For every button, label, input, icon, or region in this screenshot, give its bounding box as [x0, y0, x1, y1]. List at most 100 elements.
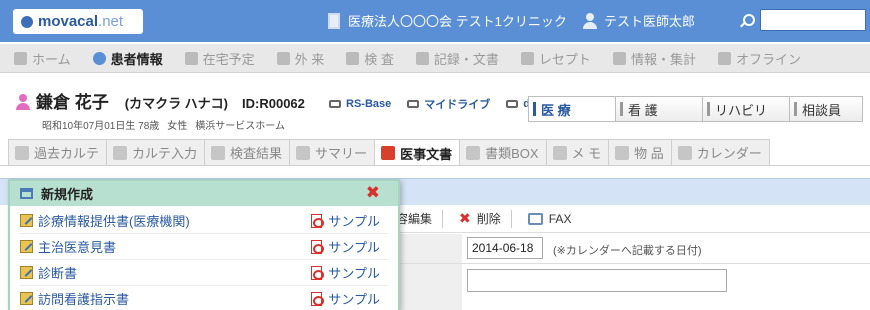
drive-icon — [329, 100, 341, 108]
tab-chart-input[interactable]: カルテ入力 — [106, 139, 206, 165]
patients-icon — [92, 51, 106, 65]
pdf-icon — [311, 291, 325, 306]
calendar-icon — [677, 145, 692, 160]
template-link-diagnosis[interactable]: 診断書 — [38, 263, 311, 282]
outpatient-icon — [276, 51, 290, 65]
title-field[interactable] — [467, 269, 727, 292]
doc-toolbar: 容編集 ✖ 削除 FAX — [380, 205, 870, 233]
logo[interactable]: movacal.net — [13, 9, 143, 34]
user-menu[interactable]: テスト医師太郎 — [582, 11, 695, 30]
drive-links: RS-Base マイドライブ d — [329, 96, 546, 112]
panel-header: 新規作成 ✖ — [10, 181, 398, 206]
delete-icon: ✖ — [459, 210, 471, 226]
document-template-list: 診療情報提供書(医療機関) サンプル 主治医意見書 サンプル 診断書 サンプル … — [10, 206, 398, 310]
drive-rs-base[interactable]: RS-Base — [329, 96, 391, 112]
sample-link[interactable]: サンプル — [328, 211, 380, 230]
building-icon — [328, 12, 340, 29]
dept-nursing[interactable]: 看 護 — [615, 96, 703, 122]
dept-rehab[interactable]: リハビリ — [702, 96, 790, 122]
inspection-icon — [346, 51, 360, 65]
dept-counselor[interactable]: 相談員 — [789, 96, 863, 122]
drive-my-drive[interactable]: マイドライブ — [407, 96, 490, 112]
edit-document-icon — [20, 266, 33, 279]
edit-content-button[interactable]: 容編集 — [396, 209, 444, 228]
sample-link[interactable]: サンプル — [328, 237, 380, 256]
list-item: 診療情報提供書(医療機関) サンプル — [20, 208, 388, 234]
search-icon[interactable] — [740, 14, 755, 28]
offline-icon — [717, 51, 731, 65]
list-item: 主治医意見書 サンプル — [20, 234, 388, 260]
tab-divider — [0, 165, 870, 166]
summary-icon — [296, 145, 311, 160]
edit-document-icon — [20, 292, 33, 305]
new-document-panel: 新規作成 ✖ 診療情報提供書(医療機関) サンプル 主治医意見書 サンプル 診断… — [8, 179, 400, 310]
patient-id: ID:R00062 — [242, 96, 305, 111]
pdf-icon — [311, 265, 325, 280]
history-icon — [15, 145, 29, 160]
patient-birth: 昭和10年07月01日生 78歳 — [42, 121, 160, 132]
chart-icon — [211, 145, 226, 160]
drive-d[interactable]: d — [506, 96, 530, 112]
fax-icon — [527, 212, 543, 225]
pdf-icon — [311, 213, 325, 228]
search-input[interactable] — [760, 9, 866, 31]
window-icon — [20, 188, 33, 199]
tab-medical-docs[interactable]: 医事文書 — [374, 139, 461, 166]
main-nav: ホーム 患者情報 在宅予定 外 来 検 査 記録・文書 レセプト 情報・集計 オ… — [0, 44, 870, 73]
drive-icon — [506, 100, 519, 108]
nav-stats[interactable]: 情報・集計 — [612, 49, 696, 68]
doctor-name: テスト医師太郎 — [604, 14, 696, 29]
drive-icon — [407, 100, 420, 108]
sample-link[interactable]: サンプル — [328, 289, 380, 308]
list-item: 訪問看護指示書 サンプル — [20, 286, 388, 310]
panel-title: 新規作成 — [41, 187, 94, 202]
record-icon — [415, 51, 429, 65]
tab-doc-box[interactable]: 書類BOX — [459, 139, 547, 165]
nav-patients[interactable]: 患者情報 — [92, 49, 163, 68]
edit-document-icon — [20, 240, 33, 253]
stats-icon — [612, 51, 626, 65]
nav-records[interactable]: 記録・文書 — [415, 49, 499, 68]
wheelchair-icon — [21, 15, 33, 28]
date-field[interactable] — [467, 237, 543, 259]
top-bar: movacal.net 医療法人〇〇〇会 テスト1クリニック テスト医師太郎 — [0, 0, 870, 42]
template-link-physician-opinion[interactable]: 主治医意見書 — [38, 237, 311, 256]
tab-past-charts[interactable]: 過去カルテ — [8, 139, 108, 165]
nav-receipt[interactable]: レセプト — [520, 49, 591, 68]
tab-calendar[interactable]: カレンダー — [670, 139, 770, 165]
dept-medical[interactable]: 医 療 — [528, 96, 616, 122]
tab-summary[interactable]: サマリー — [289, 139, 376, 165]
patient-facility: 横浜サービスホーム — [195, 121, 285, 132]
department-switch: 医 療 看 護 リハビリ 相談員 — [528, 96, 863, 122]
edit-icon — [113, 145, 128, 160]
patient-name: 鎌倉 花子 — [36, 93, 109, 112]
clinic-label: 医療法人〇〇〇会 テスト1クリニック — [348, 14, 567, 29]
tab-goods[interactable]: 物 品 — [608, 139, 672, 165]
nav-inspection[interactable]: 検 査 — [346, 49, 394, 68]
clinic-name[interactable]: 医療法人〇〇〇会 テスト1クリニック — [328, 11, 567, 30]
box-icon — [466, 145, 481, 160]
sample-link[interactable]: サンプル — [328, 263, 380, 282]
nav-home[interactable]: ホーム — [14, 49, 71, 68]
close-icon[interactable]: ✖ — [366, 183, 380, 203]
template-link-referral[interactable]: 診療情報提供書(医療機関) — [38, 211, 311, 230]
patient-header: 鎌倉 花子 (カマクラ ハナコ) ID:R00062 昭和10年07月01日生 … — [16, 88, 305, 132]
edit-document-icon — [20, 214, 33, 227]
nav-outpatient[interactable]: 外 来 — [276, 49, 324, 68]
goods-icon — [615, 145, 630, 160]
logo-text: movacal.net — [38, 13, 124, 30]
nav-offline[interactable]: オフライン — [717, 49, 801, 68]
female-patient-icon — [16, 94, 30, 110]
template-link-visiting-nurse[interactable]: 訪問看護指示書 — [38, 289, 311, 308]
memo-icon — [552, 145, 567, 160]
tab-memo[interactable]: メ モ — [545, 139, 610, 165]
receipt-icon — [520, 51, 534, 65]
pdf-icon — [381, 146, 396, 160]
nav-home-visit[interactable]: 在宅予定 — [184, 49, 255, 68]
clock-icon — [184, 51, 198, 65]
patient-kana: (カマクラ ハナコ) — [124, 96, 229, 111]
tab-test-results[interactable]: 検査結果 — [204, 139, 291, 165]
row-divider — [380, 263, 870, 264]
fax-button[interactable]: FAX — [527, 210, 582, 228]
delete-button[interactable]: ✖ 削除 — [459, 209, 512, 228]
